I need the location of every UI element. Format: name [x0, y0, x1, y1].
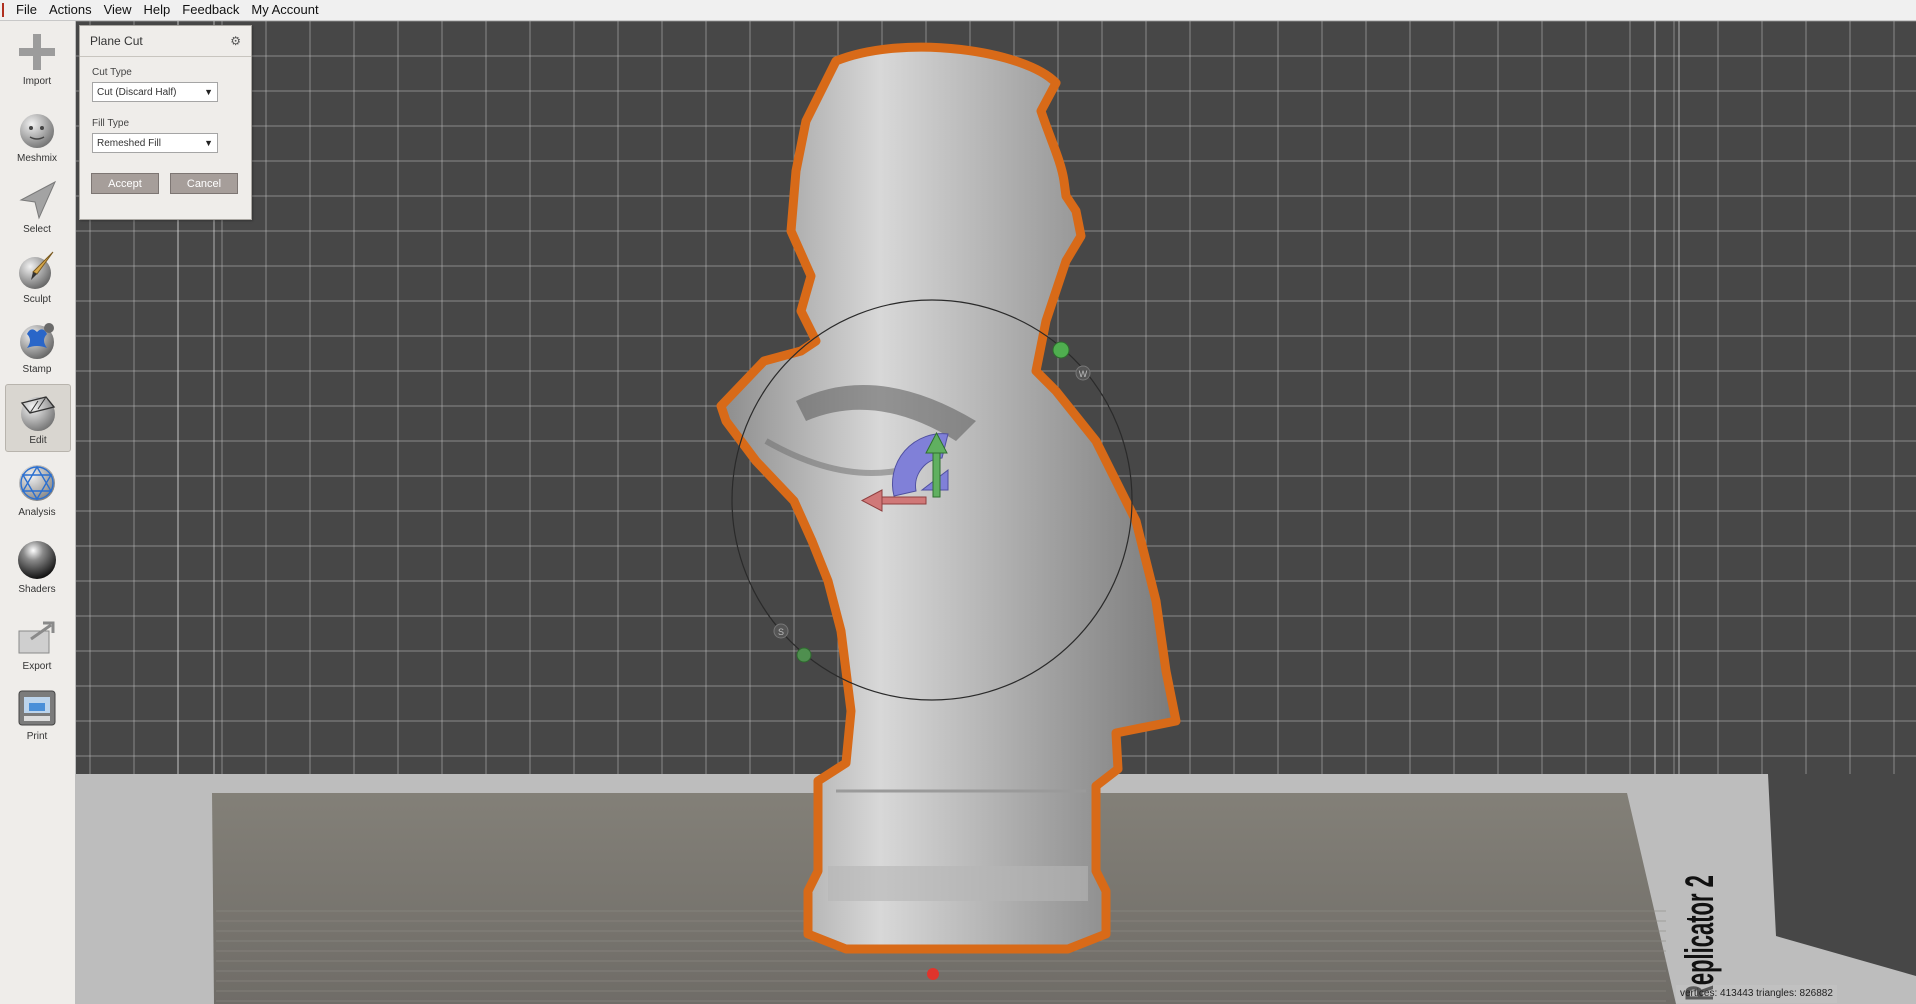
cut-type-value: Cut (Discard Half) [97, 86, 177, 98]
analysis-mesh-icon [19, 465, 55, 501]
tool-shaders[interactable]: Shaders [5, 534, 69, 600]
plus-icon [19, 34, 55, 70]
tool-select[interactable]: Select [5, 174, 69, 240]
sculpt-brush-icon [19, 251, 54, 289]
menu-feedback[interactable]: Feedback [176, 0, 245, 20]
menu-help[interactable]: Help [138, 0, 177, 20]
gizmo-letter-w: W [1079, 369, 1088, 379]
menu-view[interactable]: View [98, 0, 138, 20]
tool-label: Analysis [18, 507, 56, 518]
tool-sculpt[interactable]: Sculpt [5, 244, 69, 310]
print-icon [18, 690, 56, 726]
app-logo-icon [2, 3, 10, 17]
tool-label: Export [22, 661, 52, 672]
origin-marker [927, 968, 939, 980]
fill-type-value: Remeshed Fill [97, 137, 161, 149]
menu-file[interactable]: File [10, 0, 43, 20]
gizmo-green-handle[interactable] [1052, 341, 1070, 359]
menu-my-account[interactable]: My Account [245, 0, 324, 20]
menu-actions[interactable]: Actions [43, 0, 98, 20]
cut-type-select[interactable]: Cut (Discard Half) ▼ [92, 82, 218, 102]
scene-canvas[interactable]: W S Replicator 2 [76, 21, 1916, 1004]
tool-analysis[interactable]: Analysis [5, 457, 69, 523]
tool-label: Import [22, 76, 52, 87]
tool-label: Shaders [18, 584, 56, 595]
meshmix-bunny-icon [20, 114, 54, 148]
plane-cut-panel: Plane Cut ⚙ Cut Type Cut (Discard Half) … [79, 25, 252, 220]
tool-export[interactable]: Export [5, 611, 69, 677]
cut-type-label: Cut Type [92, 67, 132, 78]
stamp-icon [20, 323, 54, 359]
chevron-down-icon: ▼ [204, 138, 213, 148]
tool-meshmix[interactable]: Meshmix [5, 103, 69, 169]
accept-button[interactable]: Accept [91, 173, 159, 194]
tool-label: Print [26, 731, 48, 742]
tool-edit[interactable]: Edit [5, 384, 71, 452]
menu-bar: File Actions View Help Feedback My Accou… [0, 0, 1916, 21]
tool-label: Meshmix [16, 153, 57, 164]
gizmo-handle-green[interactable] [796, 647, 812, 663]
tool-label: Stamp [22, 364, 52, 375]
tool-import[interactable]: Import [5, 26, 69, 92]
fill-type-select[interactable]: Remeshed Fill ▼ [92, 133, 218, 153]
select-arrow-icon [19, 180, 57, 220]
tool-label: Edit [29, 435, 47, 446]
printer-name-label: Replicator 2 [1677, 875, 1722, 1001]
tool-print[interactable]: Print [5, 681, 69, 747]
tool-stamp[interactable]: Stamp [5, 314, 69, 380]
shaders-sphere-icon [18, 541, 56, 579]
panel-header: Plane Cut ⚙ [80, 26, 251, 57]
panel-title: Plane Cut [90, 34, 143, 48]
cancel-button[interactable]: Cancel [170, 173, 238, 194]
3d-viewport[interactable]: W S Replicator 2 [76, 21, 1916, 1004]
gear-icon[interactable]: ⚙ [230, 34, 241, 48]
gizmo-letter-s: S [778, 627, 784, 637]
export-icon [18, 621, 55, 654]
tool-sidebar: Import Meshmix Select Sculpt Stamp Edit … [0, 21, 76, 1004]
mesh-stats: vertices: 413443 triangles: 826882 [1676, 985, 1837, 1003]
fill-type-label: Fill Type [92, 118, 130, 129]
tool-label: Sculpt [23, 294, 51, 305]
chevron-down-icon: ▼ [204, 87, 213, 97]
edit-sphere-icon [20, 396, 56, 431]
tool-label: Select [23, 224, 51, 235]
